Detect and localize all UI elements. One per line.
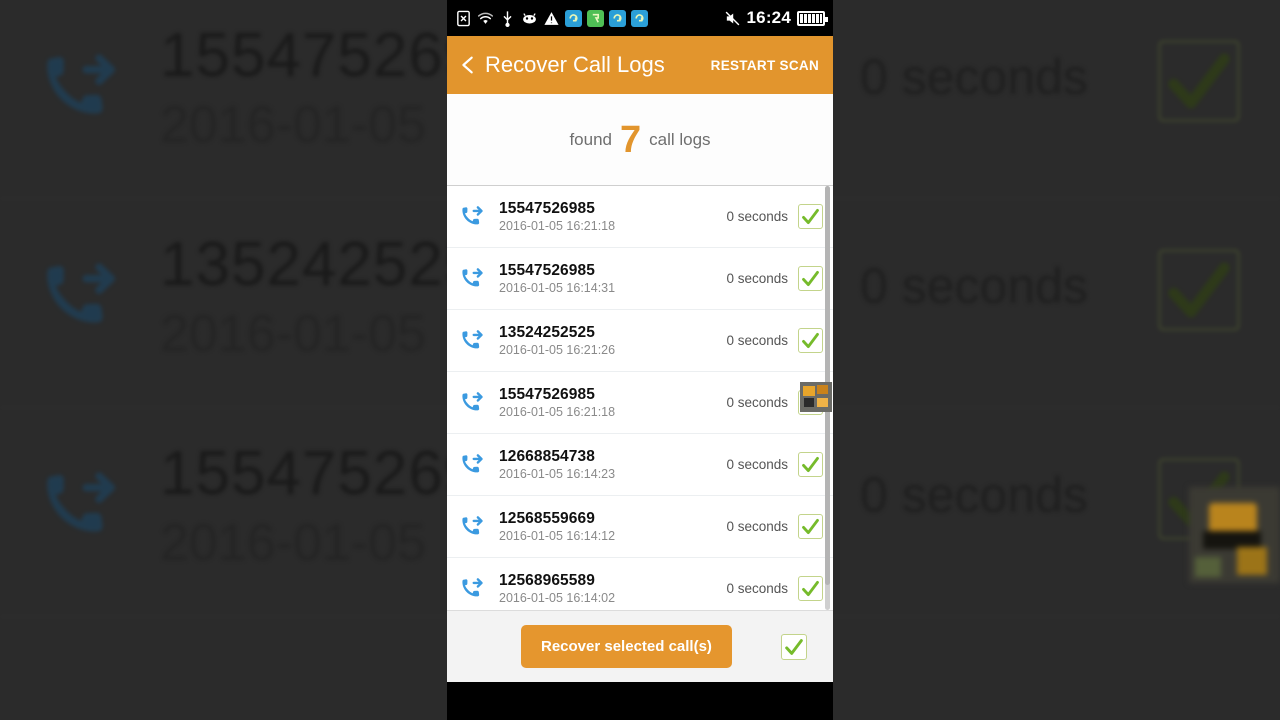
- recover-selected-calls-button[interactable]: Recover selected call(s): [521, 625, 732, 668]
- call-row-texts: 12568559669 2016-01-05 16:14:12: [499, 509, 726, 545]
- call-number: 15547526985: [499, 199, 595, 217]
- background-checkbox: [1158, 40, 1240, 122]
- background-call-duration: 0 seconds: [860, 258, 1088, 314]
- call-number: 12668854738: [499, 447, 595, 465]
- checkmark-icon: [802, 208, 819, 225]
- call-row-texts: 15547526985 2016-01-05 16:21:18: [499, 385, 726, 421]
- bottom-action-bar: Recover selected call(s): [447, 610, 833, 682]
- page-title: Recover Call Logs: [485, 52, 665, 77]
- sync-app-icon-2: [587, 9, 604, 27]
- status-bar-right-icons: 16:24: [724, 8, 828, 28]
- call-number: 12568965589: [499, 571, 595, 589]
- sync-app-icon-3: [609, 9, 626, 27]
- call-log-row[interactable]: 15547526985 2016-01-05 16:21:18 0 seconds: [447, 186, 833, 248]
- call-row-texts: 15547526985 2016-01-05 16:14:31: [499, 261, 726, 297]
- outgoing-call-icon: [462, 515, 483, 534]
- call-date: 2016-01-05 16:14:31: [499, 281, 616, 296]
- call-date: 2016-01-05 16:14:12: [499, 529, 616, 544]
- call-duration: 0 seconds: [726, 457, 788, 472]
- call-row-checkbox[interactable]: [798, 266, 823, 291]
- call-number: 12568559669: [499, 509, 595, 527]
- outgoing-call-icon: [462, 329, 483, 348]
- call-row-checkbox[interactable]: [798, 328, 823, 353]
- background-call-date: 2016-01-05: [160, 96, 426, 154]
- battery-full-icon: [797, 10, 828, 26]
- call-log-list[interactable]: 15547526985 2016-01-05 16:21:18 0 seconds 1…: [447, 186, 833, 610]
- warning-icon: [544, 11, 559, 25]
- checkmark-icon: [785, 638, 803, 655]
- select-all-checkbox[interactable]: [781, 633, 807, 660]
- sync-app-icon-4: [631, 9, 648, 27]
- app-bar: Recover Call Logs RESTART SCAN: [447, 36, 833, 94]
- background-call-date: 2016-01-05: [160, 514, 426, 572]
- found-suffix-label: call logs: [649, 129, 711, 149]
- restart-scan-button[interactable]: RESTART SCAN: [711, 58, 819, 73]
- sim-card-x-icon: [457, 10, 470, 26]
- call-date: 2016-01-05 16:14:02: [499, 591, 616, 606]
- navigation-bar: [447, 682, 833, 702]
- usb-icon: [503, 10, 512, 27]
- outgoing-call-icon: [462, 577, 483, 596]
- found-count-banner: found 7 call logs: [447, 94, 833, 186]
- status-bar: 16:24: [447, 0, 833, 36]
- found-count-value: 7: [619, 118, 642, 161]
- call-log-row[interactable]: 15547526985 2016-01-05 16:21:18 0 seconds: [447, 372, 833, 434]
- sync-app-icon-1: [565, 9, 582, 27]
- call-row-texts: 12568965589 2016-01-05 16:14:02: [499, 571, 726, 607]
- call-date: 2016-01-05 16:21:26: [499, 343, 616, 358]
- call-row-checkbox[interactable]: [798, 452, 823, 477]
- call-duration: 0 seconds: [726, 519, 788, 534]
- call-log-row[interactable]: 15547526985 2016-01-05 16:14:31 0 seconds: [447, 248, 833, 310]
- call-duration: 0 seconds: [726, 395, 788, 410]
- call-date: 2016-01-05 16:21:18: [499, 405, 616, 420]
- call-date: 2016-01-05 16:21:18: [499, 219, 616, 234]
- found-prefix-label: found: [569, 129, 612, 149]
- call-row-texts: 15547526985 2016-01-05 16:21:18: [499, 199, 726, 235]
- background-call-duration: 0 seconds: [860, 467, 1088, 523]
- call-log-row[interactable]: 12568559669 2016-01-05 16:14:12 0 seconds: [447, 496, 833, 558]
- outgoing-call-icon: [462, 267, 483, 286]
- back-chevron-icon[interactable]: [457, 51, 479, 79]
- call-number: 15547526985: [499, 385, 595, 403]
- checkmark-icon: [802, 580, 819, 597]
- call-duration: 0 seconds: [726, 581, 788, 596]
- call-log-row[interactable]: 12668854738 2016-01-05 16:14:23 0 seconds: [447, 434, 833, 496]
- call-log-row[interactable]: 13524252525 2016-01-05 16:21:26 0 seconds: [447, 310, 833, 372]
- call-duration: 0 seconds: [726, 271, 788, 286]
- call-duration: 0 seconds: [726, 333, 788, 348]
- outgoing-call-icon: [462, 453, 483, 472]
- android-debug-icon: [523, 12, 536, 23]
- wifi-icon: [477, 12, 494, 24]
- call-number: 15547526985: [499, 261, 595, 279]
- checkmark-icon: [802, 518, 819, 535]
- background-call-duration: 0 seconds: [860, 49, 1088, 105]
- thumbnail-overlay-icon: [800, 382, 832, 412]
- call-row-checkbox[interactable]: [798, 576, 823, 601]
- outgoing-call-icon: [462, 391, 483, 410]
- mute-icon: [725, 11, 739, 25]
- thumbnail-overlay-icon: [1189, 487, 1280, 583]
- status-bar-clock: 16:24: [746, 8, 791, 27]
- call-number: 13524252525: [499, 323, 595, 341]
- checkmark-icon: [802, 456, 819, 473]
- status-bar-left-icons: [455, 9, 648, 27]
- outgoing-call-icon: [462, 205, 483, 224]
- call-row-texts: 13524252525 2016-01-05 16:21:26: [499, 323, 726, 359]
- background-checkbox: [1158, 249, 1240, 331]
- call-date: 2016-01-05 16:14:23: [499, 467, 616, 482]
- call-duration: 0 seconds: [726, 209, 788, 224]
- background-call-date: 2016-01-05: [160, 305, 426, 363]
- call-row-checkbox[interactable]: [798, 204, 823, 229]
- checkmark-icon: [802, 270, 819, 287]
- call-row-texts: 12668854738 2016-01-05 16:14:23: [499, 447, 726, 483]
- phone-screen: 16:24 Recover Call Logs RESTART SCAN fou…: [447, 0, 833, 720]
- call-row-checkbox[interactable]: [798, 514, 823, 539]
- checkmark-icon: [802, 332, 819, 349]
- call-log-row[interactable]: 12568965589 2016-01-05 16:14:02 0 seconds: [447, 558, 833, 610]
